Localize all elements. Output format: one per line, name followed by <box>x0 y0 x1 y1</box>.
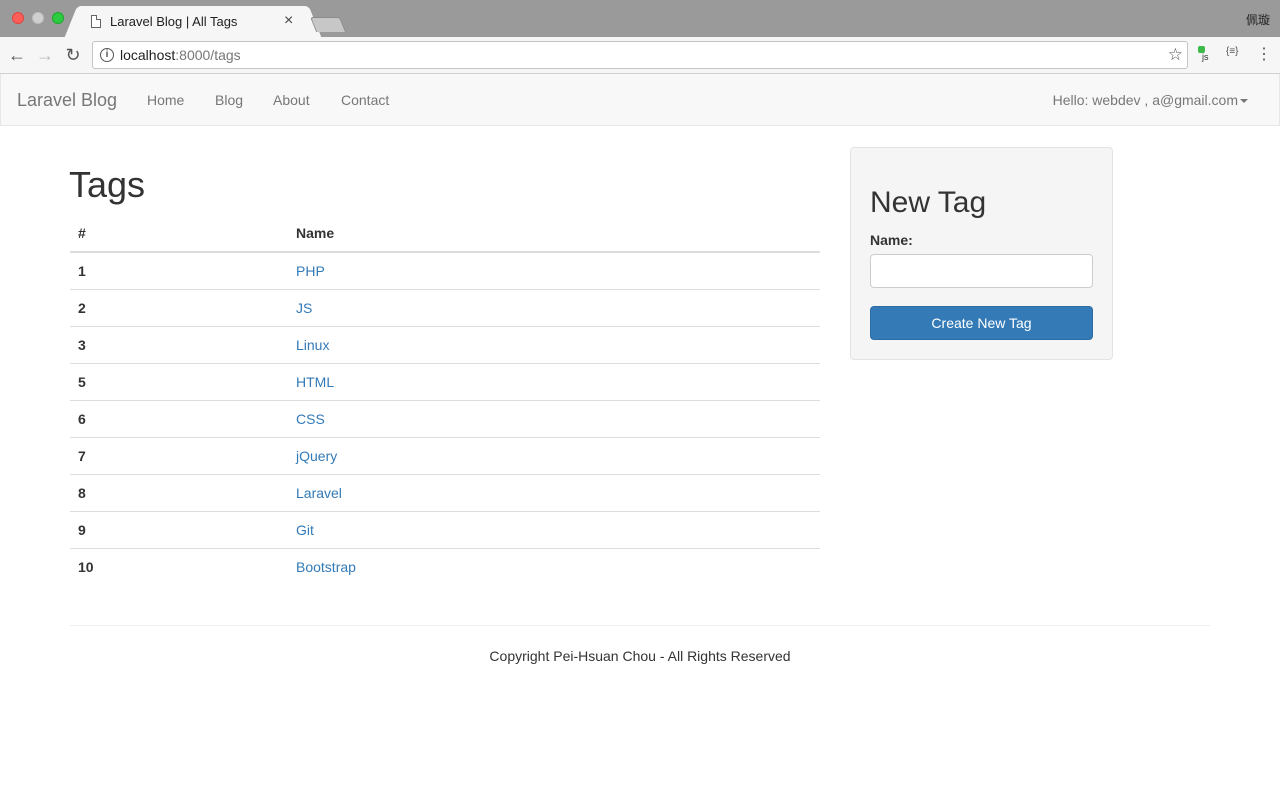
url-host: localhost <box>120 47 176 63</box>
tags-table: # Name 1 PHP 2 JS 3 Linux 5 HTML 6 CSS 7 jQuer… <box>70 215 820 585</box>
tag-id: 9 <box>70 510 288 548</box>
tag-name-cell: Laravel <box>288 473 820 511</box>
maximize-window-icon[interactable] <box>52 12 64 24</box>
tag-id: 2 <box>70 288 288 326</box>
table-row: 7 jQuery <box>70 436 820 474</box>
tag-link[interactable]: Bootstrap <box>296 559 356 575</box>
url-path: :8000/tags <box>175 47 241 63</box>
table-row: 5 HTML <box>70 362 820 400</box>
tag-name-cell: Linux <box>288 325 820 363</box>
column-header-name: Name <box>288 215 820 253</box>
nav-link-about[interactable]: About <box>273 92 310 108</box>
table-row: 1 PHP <box>70 252 820 289</box>
new-tag-title: New Tag <box>870 186 987 219</box>
url-text[interactable]: localhost:8000/tags <box>120 47 241 63</box>
tag-link[interactable]: PHP <box>296 263 325 279</box>
site-navbar: Laravel Blog Home Blog About Contact Hel… <box>0 74 1280 126</box>
tag-name-cell: PHP <box>288 252 820 289</box>
caret-down-icon <box>1240 99 1248 104</box>
js-extension-label: js <box>1202 52 1209 62</box>
minimize-window-icon[interactable] <box>32 12 44 24</box>
back-arrow-icon[interactable]: ← <box>6 44 28 66</box>
tag-link[interactable]: JS <box>296 300 312 316</box>
browser-toolbar: ← → ↻ i localhost:8000/tags ☆ js {≡} ⋮ <box>0 37 1280 74</box>
json-extension-icon[interactable]: {≡} <box>1226 46 1239 57</box>
tag-id: 1 <box>78 262 86 279</box>
browser-tab-active[interactable]: Laravel Blog | All Tags × <box>78 6 308 37</box>
close-window-icon[interactable] <box>12 12 24 24</box>
tag-link[interactable]: Git <box>296 522 314 538</box>
nav-link-blog[interactable]: Blog <box>215 92 243 108</box>
tag-link[interactable]: CSS <box>296 411 325 427</box>
nav-link-contact[interactable]: Contact <box>341 92 389 108</box>
tag-name-cell: JS <box>288 288 820 326</box>
tab-title: Laravel Blog | All Tags <box>110 14 238 29</box>
tag-name-input[interactable] <box>870 254 1093 288</box>
footer-divider <box>70 625 1210 626</box>
name-label: Name: <box>870 232 913 248</box>
tag-id: 10 <box>70 547 288 585</box>
user-greeting: Hello: webdev , a@gmail.com <box>1052 92 1238 108</box>
new-tag-panel: New Tag Name: Create New Tag <box>850 147 1113 360</box>
tab-close-icon[interactable]: × <box>284 11 293 31</box>
reload-icon[interactable]: ↻ <box>62 44 84 66</box>
tag-name-cell: jQuery <box>288 436 820 474</box>
tag-name-cell: HTML <box>288 362 820 400</box>
nav-link-home[interactable]: Home <box>147 92 184 108</box>
column-header-id: # <box>70 215 288 253</box>
table-row: 9 Git <box>70 510 820 548</box>
tag-id: 3 <box>70 325 288 363</box>
footer-copyright: Copyright Pei-Hsuan Chou - All Rights Re… <box>489 648 791 664</box>
table-row: 10 Bootstrap <box>70 547 820 585</box>
star-icon[interactable]: ☆ <box>1168 45 1183 65</box>
table-row: 2 JS <box>70 288 820 326</box>
table-row: 6 CSS <box>70 399 820 437</box>
tag-name-cell: Bootstrap <box>288 547 820 585</box>
js-extension-icon[interactable]: js <box>1198 46 1216 64</box>
tag-id: 8 <box>70 473 288 511</box>
table-row: 8 Laravel <box>70 473 820 511</box>
table-row: 3 Linux <box>70 325 820 363</box>
tag-link[interactable]: Linux <box>296 337 329 353</box>
tag-name-cell: Git <box>288 510 820 548</box>
new-tab-button[interactable] <box>309 17 347 32</box>
tag-id: 6 <box>70 399 288 437</box>
tag-link[interactable]: Laravel <box>296 485 342 501</box>
tag-link[interactable]: jQuery <box>296 448 337 464</box>
page-title: Tags <box>69 164 146 205</box>
brand-link[interactable]: Laravel Blog <box>17 90 117 111</box>
tag-id: 5 <box>70 362 288 400</box>
forward-arrow-icon[interactable]: → <box>34 44 56 66</box>
tag-link[interactable]: HTML <box>296 374 334 390</box>
tag-name-cell: CSS <box>288 399 820 437</box>
browser-titlebar: Laravel Blog | All Tags × 佩璇 <box>0 0 1280 37</box>
create-new-tag-button[interactable]: Create New Tag <box>870 306 1093 340</box>
user-dropdown[interactable]: Hello: webdev , a@gmail.com <box>1053 92 1248 108</box>
tag-id: 7 <box>70 436 288 474</box>
profile-name[interactable]: 佩璇 <box>1246 11 1270 28</box>
info-icon[interactable]: i <box>100 48 114 62</box>
table-header-row: # Name <box>70 215 820 253</box>
page-icon <box>91 15 101 28</box>
address-bar[interactable]: i localhost:8000/tags ☆ <box>92 41 1188 69</box>
kebab-menu-icon[interactable]: ⋮ <box>1256 45 1272 65</box>
